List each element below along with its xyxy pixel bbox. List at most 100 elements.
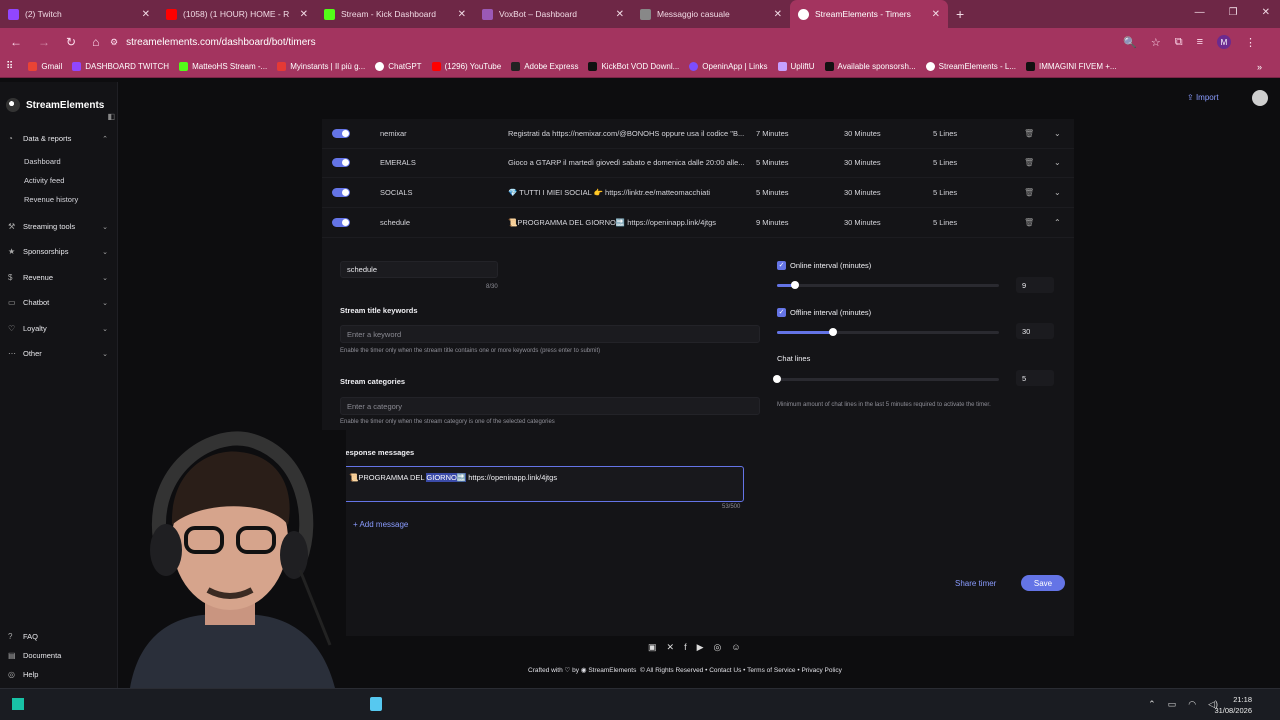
keyword-input[interactable]: Enter a keyword bbox=[340, 325, 760, 343]
sidebar-item-activity-feed[interactable]: Activity feed bbox=[24, 176, 64, 185]
sidebar-item-help[interactable]: ◎ Help bbox=[0, 670, 118, 679]
tab-twitch[interactable]: (2) Twitch ✕ bbox=[0, 0, 158, 28]
reload-icon[interactable]: ↻ bbox=[66, 35, 76, 49]
terms-link[interactable]: • Terms of Service bbox=[743, 667, 795, 674]
tab-kick[interactable]: Stream - Kick Dashboard ✕ bbox=[316, 0, 474, 28]
sidebar-item-data-reports[interactable]: ◔ Data & reports ⌃ bbox=[0, 134, 118, 143]
trash-icon[interactable]: 🗑 bbox=[1024, 129, 1034, 138]
slider-knob[interactable] bbox=[828, 328, 837, 336]
bookmark-openinapp[interactable]: OpeninApp | Links bbox=[684, 62, 772, 71]
timer-toggle[interactable] bbox=[332, 158, 350, 167]
chat-lines-value[interactable]: 5 bbox=[1016, 370, 1054, 386]
import-button[interactable]: ⇪ Import bbox=[1187, 93, 1219, 102]
timer-toggle[interactable] bbox=[332, 218, 350, 227]
bookmark-gmail[interactable]: Gmail bbox=[23, 62, 67, 71]
offline-interval-slider[interactable] bbox=[777, 328, 999, 336]
online-interval-slider[interactable] bbox=[777, 281, 999, 289]
chevron-down-icon[interactable]: ⌄ bbox=[1054, 129, 1061, 138]
site-info-icon[interactable]: ⚙ bbox=[110, 37, 118, 48]
offline-interval-value[interactable]: 30 bbox=[1016, 323, 1054, 339]
chat-lines-slider[interactable] bbox=[773, 375, 999, 383]
sidebar-item-sponsorships[interactable]: ★ Sponsorships ⌄ bbox=[0, 247, 118, 256]
bookmark-upliftu[interactable]: UpliftU bbox=[773, 62, 820, 71]
media-icon[interactable]: ≡ bbox=[1197, 36, 1203, 48]
bookmark-streamelements[interactable]: StreamElements - L... bbox=[921, 62, 1021, 71]
timer-row[interactable]: nemixar Registrati da https://nemixar.co… bbox=[322, 119, 1074, 149]
brand[interactable]: StreamElements bbox=[0, 82, 117, 112]
close-icon[interactable]: ✕ bbox=[458, 9, 466, 20]
x-icon[interactable]: ✕ bbox=[667, 642, 675, 653]
timer-name-input[interactable]: schedule bbox=[340, 261, 498, 278]
bookmark-chatgpt[interactable]: ChatGPT bbox=[370, 62, 426, 71]
slider-knob[interactable] bbox=[773, 375, 781, 383]
category-input[interactable]: Enter a category bbox=[340, 397, 760, 415]
sidebar-item-chatbot[interactable]: ▭ Chatbot ⌄ bbox=[0, 298, 118, 307]
notepad-icon[interactable] bbox=[370, 697, 382, 711]
profile-avatar[interactable]: M bbox=[1217, 35, 1231, 49]
bookmark-myinstants[interactable]: Myinstants | Il più g... bbox=[272, 62, 370, 71]
sidebar-item-revenue[interactable]: $ Revenue ⌄ bbox=[0, 273, 118, 282]
sidebar-item-dashboard[interactable]: Dashboard bbox=[24, 157, 61, 166]
close-icon[interactable]: ✕ bbox=[774, 9, 782, 20]
tab-voxbot[interactable]: VoxBot – Dashboard ✕ bbox=[474, 0, 632, 28]
trash-icon[interactable]: 🗑 bbox=[1024, 188, 1034, 197]
tab-youtube[interactable]: (1058) (1 HOUR) HOME - R ✕ bbox=[158, 0, 316, 28]
bookmark-dashboard-twitch[interactable]: DASHBOARD TWITCH bbox=[67, 62, 174, 71]
timer-row-expanded[interactable]: schedule 📜PROGRAMMA DEL GIORNO🔜 https://… bbox=[322, 208, 1074, 238]
sidebar-item-revenue-history[interactable]: Revenue history bbox=[24, 195, 78, 204]
extensions-icon[interactable]: ⧉ bbox=[1175, 36, 1183, 49]
chevron-up-icon[interactable]: ⌃ bbox=[1148, 699, 1156, 710]
tab-messaggio[interactable]: Messaggio casuale ✕ bbox=[632, 0, 790, 28]
sidebar-item-streaming-tools[interactable]: ⚒ Streaming tools ⌄ bbox=[0, 222, 118, 231]
tab-streamelements[interactable]: StreamElements - Timers ✕ bbox=[790, 0, 948, 28]
home-icon[interactable]: ⌂ bbox=[92, 35, 99, 49]
trash-icon[interactable]: 🗑 bbox=[1024, 218, 1034, 227]
chevron-up-icon[interactable]: ⌃ bbox=[1054, 218, 1061, 227]
display-icon[interactable]: ▭ bbox=[1168, 699, 1177, 710]
trash-icon[interactable]: 🗑 bbox=[1024, 158, 1034, 167]
instagram-icon[interactable]: ◎ bbox=[714, 642, 722, 653]
save-button[interactable]: Save bbox=[1021, 575, 1065, 591]
offline-interval-checkbox[interactable]: ✓ bbox=[777, 308, 786, 317]
add-message-button[interactable]: + Add message bbox=[353, 520, 408, 529]
bookmark-kickbot[interactable]: KickBot VOD Downl... bbox=[583, 62, 684, 71]
close-icon[interactable]: ✕ bbox=[300, 9, 308, 20]
bookmark-matteohs[interactable]: MatteoHS Stream -... bbox=[174, 62, 272, 71]
taskbar-clock[interactable]: 21:18 31/08/2026 bbox=[1214, 694, 1252, 716]
slider-knob[interactable] bbox=[790, 281, 799, 289]
bookmark-fivem[interactable]: IMMAGINI FIVEM +... bbox=[1021, 62, 1122, 71]
close-window-icon[interactable]: ✕ bbox=[1262, 7, 1270, 18]
close-icon[interactable]: ✕ bbox=[616, 9, 624, 20]
bookmark-youtube[interactable]: (1296) YouTube bbox=[427, 62, 507, 71]
bookmark-adobe-express[interactable]: Adobe Express bbox=[506, 62, 583, 71]
timer-toggle[interactable] bbox=[332, 129, 350, 138]
discord-icon[interactable]: ☺ bbox=[731, 642, 740, 653]
chevron-down-icon[interactable]: ⌄ bbox=[1054, 188, 1061, 197]
start-app-icon[interactable] bbox=[12, 698, 24, 710]
collapse-sidebar-icon[interactable]: ◧ bbox=[107, 112, 115, 121]
twitch-icon[interactable]: ▣ bbox=[648, 642, 657, 653]
network-icon[interactable]: ◠ bbox=[1188, 699, 1196, 710]
restore-icon[interactable]: ❐ bbox=[1229, 7, 1238, 18]
bookmark-sponsorships[interactable]: Available sponsorsh... bbox=[820, 62, 921, 71]
timer-row[interactable]: EMERALS Gioco a GTARP il martedì giovedì… bbox=[322, 148, 1074, 178]
close-icon[interactable]: ✕ bbox=[932, 9, 940, 20]
online-interval-value[interactable]: 9 bbox=[1016, 277, 1054, 293]
apps-icon[interactable]: ⠿ bbox=[6, 61, 13, 72]
close-icon[interactable]: ✕ bbox=[142, 9, 150, 20]
facebook-icon[interactable]: f bbox=[684, 642, 687, 653]
bookmark-star-icon[interactable]: ☆ bbox=[1151, 36, 1161, 49]
sidebar-item-loyalty[interactable]: ♡ Loyalty ⌄ bbox=[0, 324, 118, 333]
youtube-icon[interactable]: ▶ bbox=[697, 642, 704, 653]
back-icon[interactable]: ← bbox=[10, 35, 22, 49]
url-input[interactable]: streamelements.com/dashboard/bot/timers bbox=[126, 37, 316, 48]
share-timer-button[interactable]: Share timer bbox=[955, 579, 996, 588]
new-tab-button[interactable]: + bbox=[956, 6, 964, 22]
forward-icon[interactable]: → bbox=[38, 35, 50, 49]
menu-icon[interactable]: ⋮ bbox=[1245, 36, 1256, 49]
online-interval-checkbox[interactable]: ✓ bbox=[777, 261, 786, 270]
timer-toggle[interactable] bbox=[332, 188, 350, 197]
sidebar-item-documentation[interactable]: ▤ Documenta bbox=[0, 651, 118, 660]
zoom-icon[interactable]: 🔍 bbox=[1123, 36, 1137, 49]
contact-link[interactable]: • Contact Us bbox=[705, 667, 741, 674]
